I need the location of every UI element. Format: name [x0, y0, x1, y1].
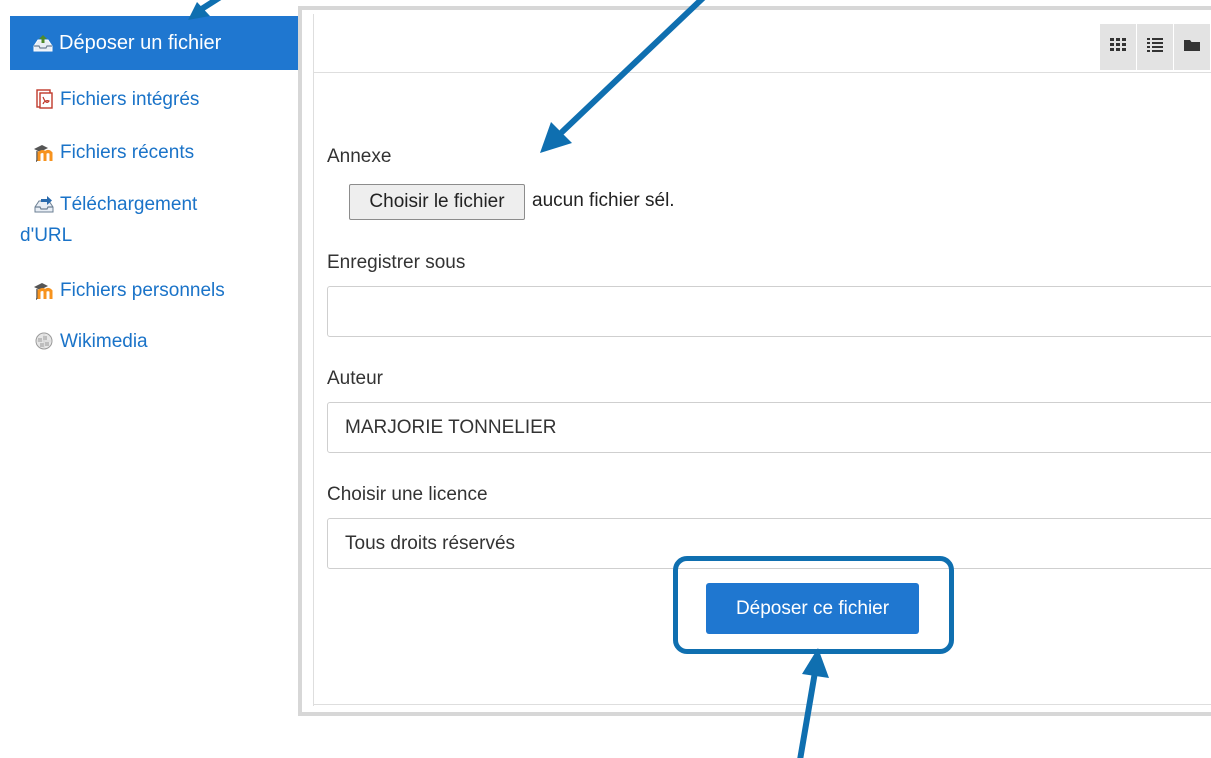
author-input[interactable]	[327, 402, 1211, 453]
license-label: Choisir une licence	[327, 484, 488, 505]
file-status-text: aucun fichier sél.	[532, 190, 675, 211]
folder-view-button[interactable]	[1174, 24, 1211, 70]
sidebar-item-private-files[interactable]: Fichiers personnels	[10, 275, 290, 306]
save-as-input[interactable]	[327, 286, 1211, 337]
sidebar-item-label: Fichiers personnels	[60, 280, 225, 301]
list-view-button[interactable]	[1137, 24, 1174, 70]
choose-file-button[interactable]: Choisir le fichier	[349, 184, 525, 220]
wikipedia-globe-icon	[33, 330, 55, 352]
grid-view-button[interactable]	[1100, 24, 1137, 70]
sidebar-item-label-line1: Téléchargement	[60, 194, 198, 215]
list-view-icon	[1147, 37, 1163, 57]
sidebar-item-embedded-files[interactable]: Fichiers intégrés	[10, 84, 290, 115]
author-label: Auteur	[327, 368, 383, 389]
moodle-logo-icon	[33, 141, 55, 163]
panel-divider	[313, 14, 314, 706]
annotation-arrow-sidebar	[197, 0, 222, 13]
folder-view-icon	[1184, 38, 1200, 57]
view-mode-buttons	[1100, 24, 1211, 70]
license-select[interactable]: Tous droits réservés	[327, 518, 1211, 569]
license-selected-value: Tous droits réservés	[345, 532, 516, 554]
save-as-label: Enregistrer sous	[327, 252, 466, 273]
grid-view-icon	[1110, 37, 1126, 57]
pdf-document-icon	[33, 88, 55, 110]
sidebar-item-label-line2: d'URL	[20, 225, 73, 246]
upload-file-button[interactable]: Déposer ce fichier	[706, 583, 919, 634]
sidebar-item-wikimedia[interactable]: Wikimedia	[10, 326, 290, 357]
moodle-logo-icon	[33, 279, 55, 301]
sidebar-item-upload-file[interactable]: Déposer un fichier	[10, 16, 301, 70]
sidebar-item-url-download[interactable]: Téléchargement d'URL	[10, 189, 290, 251]
sidebar-item-label: Fichiers intégrés	[60, 89, 200, 110]
sidebar-item-recent-files[interactable]: Fichiers récents	[10, 137, 290, 168]
file-picker-screen: Déposer un fichier Fichiers intégrés Fic…	[0, 0, 1211, 758]
url-download-icon	[33, 193, 55, 215]
attachment-label: Annexe	[327, 146, 392, 167]
sidebar-item-label: Fichiers récents	[60, 142, 195, 163]
sidebar-item-label: Déposer un fichier	[59, 31, 222, 54]
panel-footer-line	[314, 704, 1211, 705]
sidebar-item-label: Wikimedia	[60, 331, 148, 352]
upload-tray-icon	[32, 32, 54, 54]
view-toolbar	[314, 14, 1211, 73]
